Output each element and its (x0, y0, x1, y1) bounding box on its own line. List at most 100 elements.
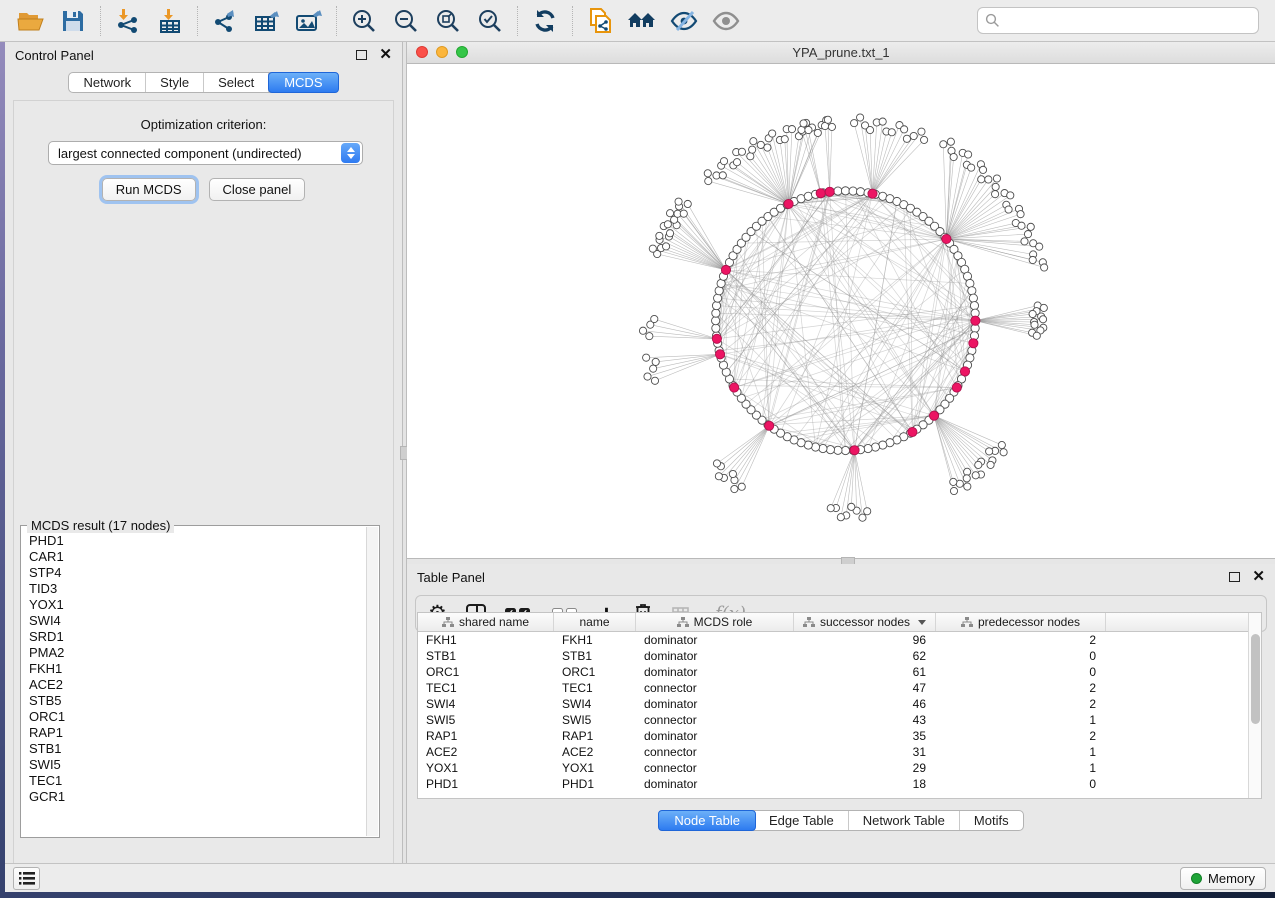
graph-leaf-node[interactable] (1024, 230, 1031, 237)
graph-hub-node[interactable] (850, 445, 859, 454)
graph-leaf-node[interactable] (918, 128, 925, 135)
table-cell[interactable]: FKH1 (554, 632, 636, 648)
table-row[interactable]: YOX1YOX1connector291 (418, 760, 1261, 776)
graph-node[interactable] (826, 445, 834, 453)
graph-node[interactable] (714, 294, 722, 302)
graph-leaf-node[interactable] (662, 242, 669, 249)
clone-network-icon[interactable] (585, 6, 615, 36)
table-cell[interactable]: 0 (936, 664, 1106, 680)
result-list-item[interactable]: TEC1 (29, 773, 366, 789)
mcds-result-list[interactable]: PHD1CAR1STP4TID3YOX1SWI4SRD1PMA2FKH1ACE2… (22, 527, 366, 836)
graph-node[interactable] (834, 187, 842, 195)
graph-leaf-node[interactable] (769, 129, 776, 136)
graph-leaf-node[interactable] (720, 157, 727, 164)
table-cell[interactable]: 43 (794, 712, 936, 728)
graph-leaf-node[interactable] (950, 487, 957, 494)
graph-leaf-node[interactable] (985, 175, 992, 182)
table-cell[interactable]: YOX1 (554, 760, 636, 776)
table-cell[interactable]: dominator (636, 648, 794, 664)
hide-selected-icon[interactable] (669, 6, 699, 36)
graph-hub-node[interactable] (816, 188, 825, 197)
table-cell[interactable]: 2 (936, 696, 1106, 712)
table-row[interactable]: ACE2ACE2connector311 (418, 744, 1261, 760)
result-list-item[interactable]: SWI5 (29, 757, 366, 773)
search-field[interactable] (977, 7, 1259, 34)
float-panel-icon[interactable] (356, 50, 367, 60)
graph-leaf-node[interactable] (644, 373, 651, 380)
table-cell[interactable]: dominator (636, 664, 794, 680)
graph-hub-node[interactable] (971, 316, 980, 325)
table-cell[interactable]: connector (636, 760, 794, 776)
graph-leaf-node[interactable] (764, 144, 771, 151)
table-cell[interactable]: 2 (936, 728, 1106, 744)
result-list-item[interactable]: ORC1 (29, 709, 366, 725)
graph-leaf-node[interactable] (666, 209, 673, 216)
memory-button[interactable]: Memory (1180, 867, 1266, 890)
graph-hub-node[interactable] (712, 334, 721, 343)
import-network-icon[interactable] (113, 6, 143, 36)
column-header-successor-nodes[interactable]: successor nodes (794, 613, 936, 631)
table-cell[interactable]: 62 (794, 648, 936, 664)
result-list-item[interactable]: RAP1 (29, 725, 366, 741)
graph-node[interactable] (871, 443, 879, 451)
table-cell[interactable]: 2 (936, 680, 1106, 696)
graph-leaf-node[interactable] (903, 135, 910, 142)
graph-node[interactable] (834, 446, 842, 454)
graph-node[interactable] (841, 446, 849, 454)
close-panel-icon[interactable]: ✕ (1252, 572, 1265, 582)
network-titlebar[interactable]: YPA_prune.txt_1 (407, 42, 1275, 64)
result-list-item[interactable]: PMA2 (29, 645, 366, 661)
graph-hub-node[interactable] (960, 366, 969, 375)
graph-leaf-node[interactable] (921, 136, 928, 143)
result-list-item[interactable]: TID3 (29, 581, 366, 597)
graph-leaf-node[interactable] (800, 119, 807, 126)
show-all-icon[interactable] (711, 6, 741, 36)
table-cell[interactable]: PHD1 (418, 776, 554, 792)
run-mcds-button[interactable]: Run MCDS (102, 178, 196, 201)
graph-leaf-node[interactable] (993, 174, 1000, 181)
graph-hub-node[interactable] (721, 265, 730, 274)
result-scrollbar[interactable] (366, 527, 378, 836)
graph-leaf-node[interactable] (715, 472, 722, 479)
table-row[interactable]: SWI4SWI4dominator462 (418, 696, 1261, 712)
graph-hub-node[interactable] (952, 383, 961, 392)
table-row[interactable]: RAP1RAP1dominator352 (418, 728, 1261, 744)
graph-leaf-node[interactable] (651, 315, 658, 322)
graph-leaf-node[interactable] (987, 461, 994, 468)
graph-leaf-node[interactable] (950, 153, 957, 160)
graph-node[interactable] (712, 324, 720, 332)
graph-hub-node[interactable] (942, 234, 951, 243)
graph-leaf-node[interactable] (1029, 310, 1036, 317)
graph-leaf-node[interactable] (975, 461, 982, 468)
graph-leaf-node[interactable] (738, 148, 745, 155)
table-cell[interactable]: 47 (794, 680, 936, 696)
graph-leaf-node[interactable] (824, 116, 831, 123)
table-cell[interactable]: connector (636, 680, 794, 696)
graph-hub-node[interactable] (715, 349, 724, 358)
table-cell[interactable]: dominator (636, 696, 794, 712)
graph-leaf-node[interactable] (733, 158, 740, 165)
tab-mcds[interactable]: MCDS (268, 72, 338, 93)
graph-leaf-node[interactable] (1040, 304, 1047, 311)
graph-leaf-node[interactable] (675, 198, 682, 205)
column-header-shared-name[interactable]: shared name (418, 613, 554, 631)
table-cell[interactable]: SWI5 (554, 712, 636, 728)
tab-edge-table[interactable]: Edge Table (755, 811, 849, 830)
table-cell[interactable]: SWI5 (418, 712, 554, 728)
graph-node[interactable] (712, 301, 720, 309)
import-table-icon[interactable] (155, 6, 185, 36)
zoom-fit-icon[interactable] (433, 6, 463, 36)
graph-hub-node[interactable] (969, 338, 978, 347)
graph-leaf-node[interactable] (848, 503, 855, 510)
graph-leaf-node[interactable] (1027, 223, 1034, 230)
result-list-item[interactable]: YOX1 (29, 597, 366, 613)
graph-hub-node[interactable] (929, 411, 938, 420)
graph-leaf-node[interactable] (963, 474, 970, 481)
graph-hub-node[interactable] (825, 187, 834, 196)
graph-leaf-node[interactable] (1039, 315, 1046, 322)
table-cell[interactable]: 46 (794, 696, 936, 712)
table-cell[interactable]: 1 (936, 744, 1106, 760)
table-cell[interactable]: PHD1 (554, 776, 636, 792)
graph-leaf-node[interactable] (719, 171, 726, 178)
table-cell[interactable]: ACE2 (554, 744, 636, 760)
